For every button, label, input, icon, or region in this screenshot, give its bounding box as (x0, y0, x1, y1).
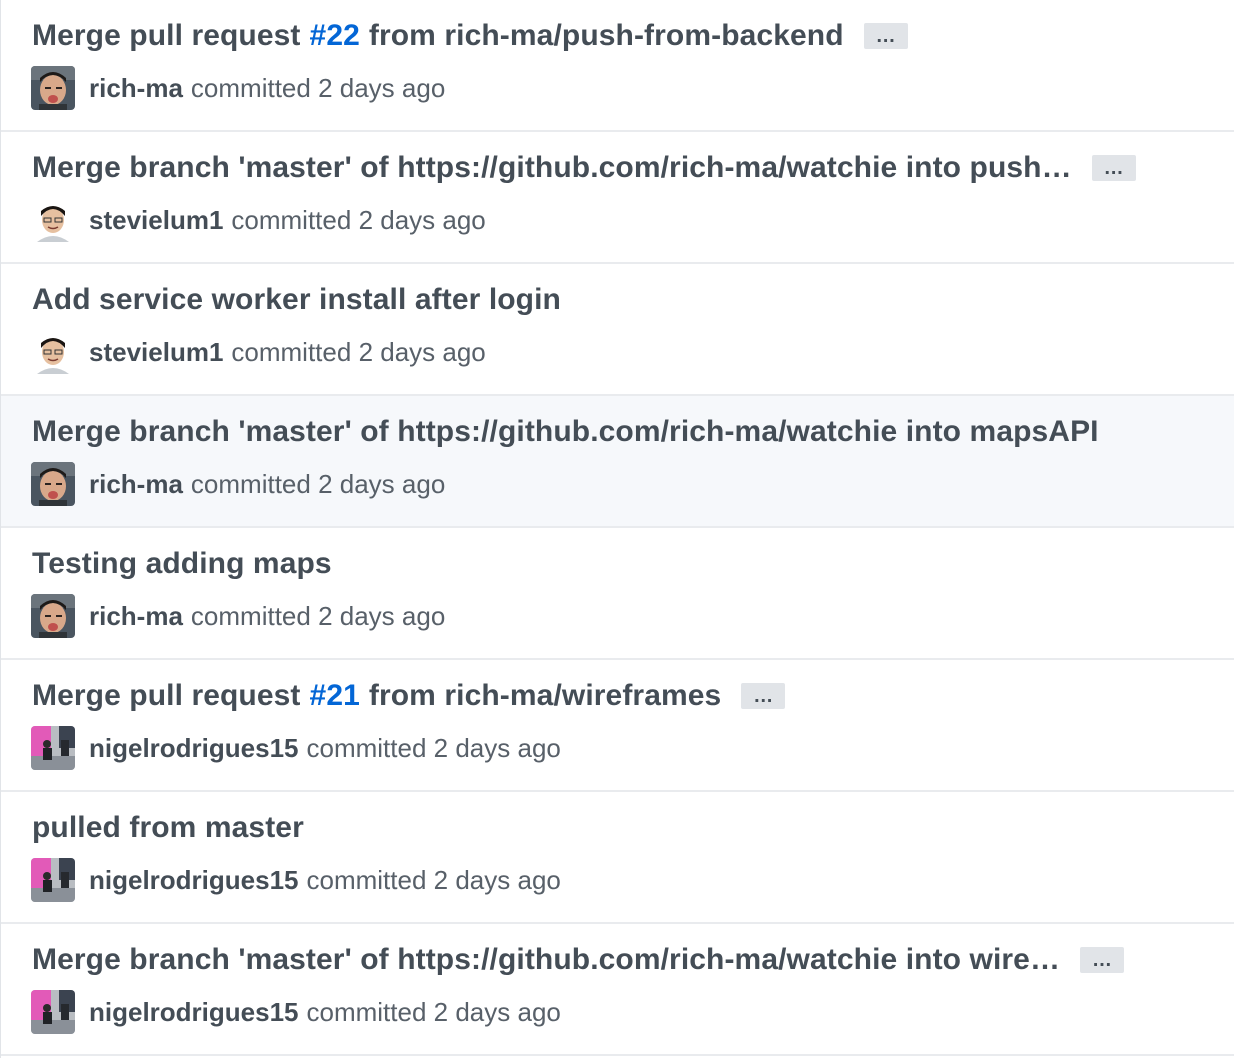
committed-label: committed (231, 336, 352, 367)
committed-label: committed (190, 600, 311, 631)
committed-label: committed (190, 72, 311, 103)
commit-title[interactable]: Merge pull request #22 from rich-ma/push… (32, 14, 908, 58)
avatar-stevielum1-icon[interactable] (31, 198, 75, 242)
commit-title[interactable]: Add service worker install after login (32, 278, 561, 322)
avatar-rich-ma-icon[interactable] (31, 594, 75, 638)
commit-title[interactable]: Merge branch 'master' of https://github.… (32, 146, 1136, 190)
commit-title-text[interactable]: pulled from master (32, 811, 304, 845)
commit-author[interactable]: nigelrodrigues15 (89, 865, 299, 896)
commit-time: 2 days ago (433, 864, 561, 895)
commit-author[interactable]: stevielum1 (89, 337, 223, 368)
commit-title-text[interactable]: Merge branch 'master' of https://github.… (32, 415, 1099, 449)
commit-time: 2 days ago (318, 468, 446, 499)
commit-time: 2 days ago (318, 600, 446, 631)
commit-title-text[interactable]: Merge branch 'master' of https://github.… (32, 151, 1072, 185)
committed-label: committed (306, 864, 427, 895)
commit-meta: nigelrodrigues15 committed 2 days ago (31, 858, 561, 902)
committed-label: committed (306, 732, 427, 763)
pull-request-link[interactable]: #22 (310, 19, 360, 53)
commit-row: pulled from master nigelrodrigues15 comm… (1, 792, 1234, 924)
commit-time: 2 days ago (318, 72, 446, 103)
commit-meta: rich-ma committed 2 days ago (31, 594, 445, 638)
avatar-nigelrodrigues15-icon[interactable] (31, 726, 75, 770)
commit-row: Testing adding maps rich-ma committed 2 … (1, 528, 1234, 660)
expand-message-button[interactable]: … (863, 23, 908, 49)
commit-meta: nigelrodrigues15 committed 2 days ago (31, 990, 561, 1034)
commit-row: Merge branch 'master' of https://github.… (1, 132, 1234, 264)
commit-title-suffix[interactable]: from rich-ma/push-from-backend (369, 19, 844, 53)
expand-message-button[interactable]: … (1091, 155, 1136, 181)
commit-title[interactable]: Merge pull request #21 from rich-ma/wire… (32, 674, 786, 718)
expand-message-button[interactable]: … (741, 683, 786, 709)
commit-row-highlighted: Merge branch 'master' of https://github.… (1, 396, 1234, 528)
pull-request-link[interactable]: #21 (310, 679, 360, 713)
commit-row: Merge pull request #21 from rich-ma/wire… (1, 660, 1234, 792)
commit-title[interactable]: Merge branch 'master' of https://github.… (32, 938, 1125, 982)
commit-author[interactable]: rich-ma (89, 469, 183, 500)
commit-time: 2 days ago (358, 336, 486, 367)
commit-row: Merge branch 'master' of https://github.… (1, 924, 1234, 1056)
commit-author[interactable]: rich-ma (89, 73, 183, 104)
avatar-stevielum1-icon[interactable] (31, 330, 75, 374)
avatar-nigelrodrigues15-icon[interactable] (31, 990, 75, 1034)
commit-title[interactable]: Testing adding maps (32, 542, 332, 586)
commit-row: Add service worker install after login s… (1, 264, 1234, 396)
commit-time: 2 days ago (433, 732, 561, 763)
commit-time: 2 days ago (433, 996, 561, 1027)
commit-meta: stevielum1 committed 2 days ago (31, 330, 486, 374)
commit-row: Merge pull request #22 from rich-ma/push… (1, 0, 1234, 132)
commit-title-suffix[interactable]: from rich-ma/wireframes (369, 679, 721, 713)
commit-author[interactable]: stevielum1 (89, 205, 223, 236)
commit-author[interactable]: rich-ma (89, 601, 183, 632)
commit-meta: rich-ma committed 2 days ago (31, 462, 445, 506)
commit-list: Merge pull request #22 from rich-ma/push… (0, 0, 1234, 1058)
commit-time: 2 days ago (358, 204, 486, 235)
commit-author[interactable]: nigelrodrigues15 (89, 733, 299, 764)
avatar-rich-ma-icon[interactable] (31, 66, 75, 110)
avatar-rich-ma-icon[interactable] (31, 462, 75, 506)
avatar-nigelrodrigues15-icon[interactable] (31, 858, 75, 902)
commit-meta: rich-ma committed 2 days ago (31, 66, 445, 110)
commit-title-text[interactable]: Testing adding maps (32, 547, 332, 581)
commit-title-text[interactable]: Add service worker install after login (32, 283, 561, 317)
commit-title[interactable]: Merge branch 'master' of https://github.… (32, 410, 1099, 454)
commit-meta: stevielum1 committed 2 days ago (31, 198, 486, 242)
commit-title-text[interactable]: Merge branch 'master' of https://github.… (32, 943, 1060, 977)
commit-title[interactable]: pulled from master (32, 806, 304, 850)
commit-title-prefix[interactable]: Merge pull request (32, 19, 301, 53)
committed-label: committed (231, 204, 352, 235)
commit-author[interactable]: nigelrodrigues15 (89, 997, 299, 1028)
committed-label: committed (190, 468, 311, 499)
commit-title-prefix[interactable]: Merge pull request (32, 679, 301, 713)
committed-label: committed (306, 996, 427, 1027)
expand-message-button[interactable]: … (1080, 947, 1125, 973)
commit-meta: nigelrodrigues15 committed 2 days ago (31, 726, 561, 770)
